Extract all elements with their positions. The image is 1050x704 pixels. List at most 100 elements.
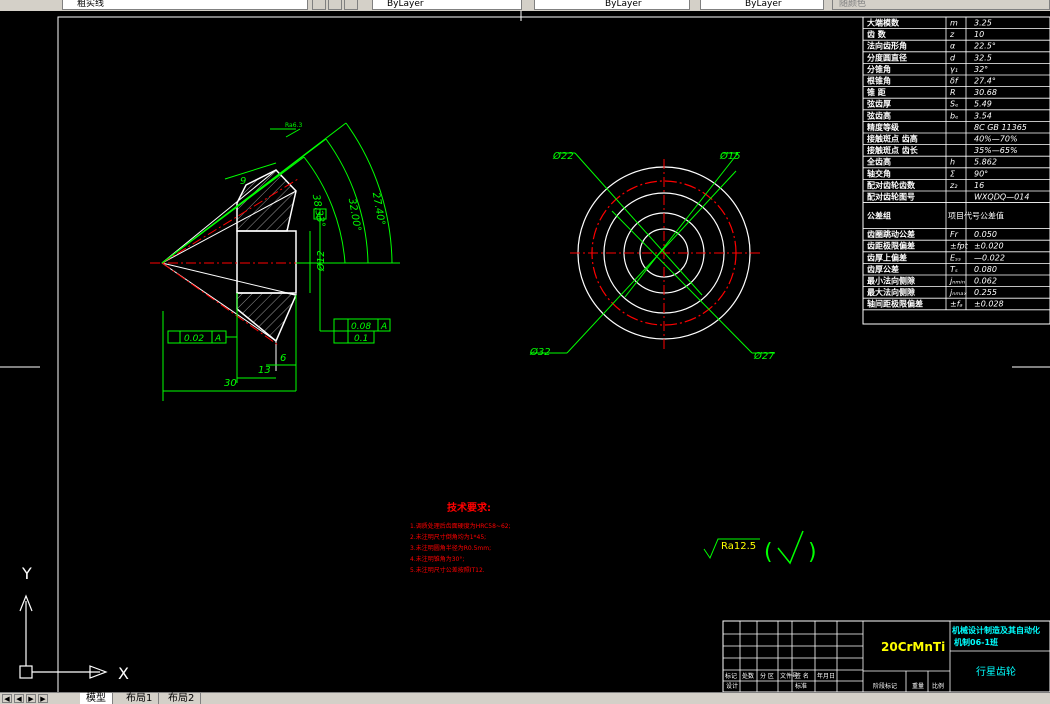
- gear-param-symbol: δf: [950, 77, 959, 86]
- gear-param-symbol: h: [950, 158, 955, 167]
- ucs-icon: Y X: [19, 564, 129, 683]
- tol-param-name: 轴间距极限偏差: [867, 299, 923, 309]
- tol-param-symbol: jₙₘₐₓ: [949, 288, 968, 297]
- gear-param-name: 分度圆直径: [867, 52, 907, 62]
- design-label: 设计: [726, 682, 738, 690]
- gear-param-value: 16: [974, 181, 984, 190]
- tech-req-title: 技术要求:: [447, 501, 491, 514]
- tol-param-name: 齿厚公差: [867, 264, 899, 274]
- dim-d32: Ø32: [529, 346, 551, 358]
- surface-finish-value: Ra12.5: [721, 541, 756, 552]
- gear-param-value: 5.862: [974, 158, 997, 167]
- gear-parameter-table: 大端模数 m 3.25 齿 数 z 10 法向齿形角 α 22.5° 分度圆直径 d 32.5 分锥角 γ…: [862, 16, 1050, 325]
- dim-d15: Ø15: [719, 150, 741, 162]
- title-block: 20CrMnTi 机械设计制造及其自动化 机制06-1班 行星齿轮 标记 处数分 …: [722, 620, 1050, 693]
- gear-param-symbol: γ₁: [950, 65, 958, 74]
- dim-len13: 13: [258, 365, 271, 376]
- gear-param-name: 根锥角: [867, 76, 891, 86]
- layer-states-button[interactable]: [328, 0, 342, 10]
- dim-len30: 30: [224, 378, 237, 389]
- scale-label: 比例: [932, 682, 944, 690]
- gear-param-value: 35%—65%: [974, 146, 1018, 155]
- standard-label: 标准: [795, 682, 807, 690]
- color-control[interactable]: ByLayer: [372, 0, 522, 10]
- dim-tooth-width: 9: [240, 176, 246, 187]
- gear-param-symbol: z₂: [949, 181, 958, 190]
- gear-param-name: 接触斑点 齿长: [867, 145, 919, 155]
- gear-param-symbol: R: [950, 88, 956, 97]
- material: 20CrMnTi: [881, 640, 945, 654]
- plotstyle-control[interactable]: 随颜色: [832, 0, 1050, 10]
- bore-outline: [236, 230, 297, 294]
- gear-param-symbol: d: [950, 53, 956, 62]
- drawing-svg: 9 38.33° 32.00° 27.40° Ø12 A Ra6.3 6 13 …: [0, 11, 1050, 704]
- dim-d22: Ø22: [552, 150, 574, 162]
- tab-layout2[interactable]: 布局2: [162, 693, 202, 704]
- tol-param-symbol: Tₛ: [950, 265, 958, 274]
- gear-param-value: 90°: [974, 169, 988, 178]
- title-block-label: 签 名: [795, 672, 809, 680]
- layer-name: 粗实线: [77, 0, 105, 9]
- tol-param-value: ±0.020: [974, 242, 1004, 251]
- tol-param-symbol: ±fpt: [950, 242, 969, 251]
- layer-previous-button[interactable]: [312, 0, 326, 10]
- tol-param-name: 齿圈跳动公差: [867, 229, 915, 239]
- dim-bore: Ø12: [315, 250, 327, 272]
- gear-param-symbol: α: [950, 42, 956, 51]
- linetype-control-value: ByLayer: [605, 0, 642, 9]
- tol-runout-ref: A: [380, 322, 387, 332]
- next-tab-button[interactable]: ▶: [26, 694, 36, 703]
- tolerance-value-label: 公差值: [980, 211, 1004, 221]
- title-block-label: 标记: [725, 672, 737, 680]
- match-layer-button[interactable]: [344, 0, 358, 10]
- tol-param-value: 0.062: [974, 277, 997, 286]
- gear-param-name: 配对齿轮齿数: [867, 180, 916, 190]
- item-code-label: 项目代号: [948, 211, 980, 221]
- drawing-canvas[interactable]: 9 38.33° 32.00° 27.40° Ø12 A Ra6.3 6 13 …: [0, 11, 1050, 704]
- layer-dropdown[interactable]: 粗实线: [62, 0, 308, 10]
- linetype-control[interactable]: ByLayer: [534, 0, 690, 10]
- gear-param-value: 30.68: [974, 88, 997, 97]
- dim-pitch-angle: 32.00°: [346, 197, 363, 232]
- tol-runout: 0.08: [351, 322, 371, 332]
- tech-req-line: 1.调质处理后齿面硬度为HRC58~62;: [410, 522, 511, 530]
- gear-param-value: 3.25: [974, 19, 992, 28]
- gear-param-symbol: z: [949, 30, 955, 39]
- gear-param-value: 10: [974, 30, 984, 39]
- gear-param-name: 弦齿高: [867, 110, 891, 120]
- tab-model[interactable]: 模型: [80, 693, 113, 704]
- paren-open: (: [764, 540, 773, 565]
- tab-layout1[interactable]: 布局1: [120, 693, 160, 704]
- last-tab-button[interactable]: ▶: [38, 694, 48, 703]
- part-name: 行星齿轮: [976, 665, 1016, 678]
- gear-param-symbol: m: [950, 19, 958, 28]
- layout-tabs: ◀ ◀ ▶ ▶ 模型 布局1 布局2: [0, 692, 1050, 704]
- prev-tab-button[interactable]: ◀: [14, 694, 24, 703]
- tech-req-line: 3.未注明圆角半径为R0.5mm;: [410, 544, 491, 552]
- lineweight-control-value: ByLayer: [745, 0, 782, 9]
- gear-param-name: 锥 距: [867, 87, 886, 97]
- ucs-x-label: X: [118, 664, 129, 683]
- gear-front-view: Ø22 Ø15 Ø32 Ø27: [529, 150, 775, 362]
- tech-req-line: 2.未注明尺寸倒角均为1*45;: [410, 533, 486, 541]
- roughness-top: Ra6.3: [285, 122, 302, 129]
- tol-param-value: 0.255: [974, 288, 997, 297]
- lineweight-control[interactable]: ByLayer: [700, 0, 824, 10]
- first-tab-button[interactable]: ◀: [2, 694, 12, 703]
- gear-param-value: 40%—70%: [974, 135, 1018, 144]
- tol-param-name: 最小法向侧隙: [867, 276, 915, 286]
- gear-param-symbol: Σ: [950, 169, 956, 178]
- gear-param-value: 27.4°: [974, 77, 996, 86]
- gear-param-name: 全齿高: [866, 157, 891, 167]
- paren-close: ): [808, 540, 817, 565]
- title-block-label: 年月日: [817, 672, 835, 680]
- gear-param-symbol: Sₑ: [950, 100, 958, 109]
- gear-param-value: 3.54: [974, 111, 992, 120]
- hatch-lower: [236, 292, 298, 343]
- tab-layout2-label: 布局2: [168, 693, 195, 704]
- gear-param-name: 精度等级: [867, 122, 900, 132]
- tol-param-symbol: Fr: [950, 230, 959, 239]
- dim-root-angle: 27.40°: [370, 191, 387, 226]
- datum-letter: A: [315, 211, 321, 220]
- gear-param-name: 配对齿轮图号: [867, 192, 915, 202]
